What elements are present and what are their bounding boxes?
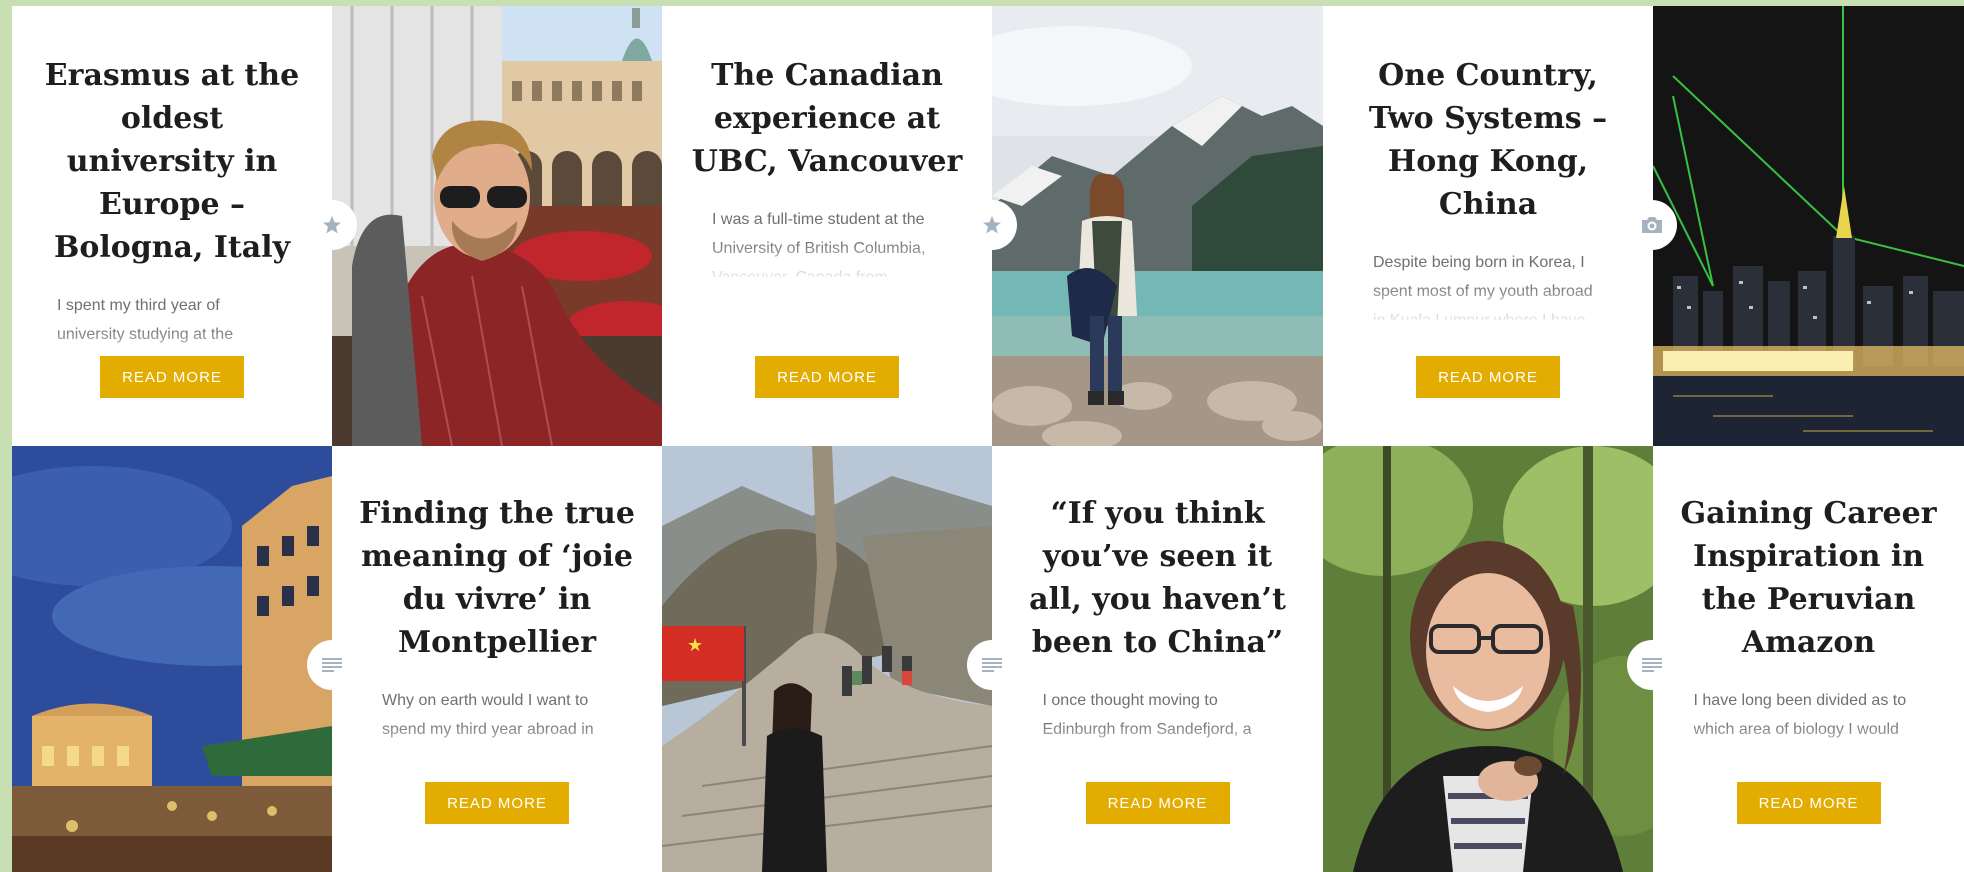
post-title[interactable]: “If you think you’ve seen it all, you ha…	[992, 492, 1323, 664]
lake-louise-photo	[992, 6, 1323, 446]
post-card-bologna: Erasmus at the oldest university in Euro…	[12, 6, 332, 446]
read-more-button[interactable]: READ MORE	[755, 356, 899, 398]
post-card-ubc: The Canadian experience at UBC, Vancouve…	[662, 6, 992, 446]
text-lines-icon	[967, 640, 1017, 690]
post-image-amazon[interactable]	[1323, 446, 1653, 872]
post-excerpt: I have long been divided as to which are…	[1693, 692, 1907, 738]
post-image-hong-kong[interactable]	[1653, 6, 1964, 446]
post-card-montpellier: Finding the true meaning of ‘joie du viv…	[332, 446, 662, 872]
post-image-ubc[interactable]	[992, 6, 1323, 446]
post-title[interactable]: The Canadian experience at UBC, Vancouve…	[662, 54, 992, 183]
star-icon	[967, 200, 1017, 250]
hong-kong-skyline-photo	[1653, 6, 1964, 446]
text-lines-icon	[1627, 640, 1677, 690]
post-card-hong-kong: One Country, Two Systems – Hong Kong, Ch…	[1323, 6, 1653, 446]
read-more-button[interactable]: READ MORE	[1416, 356, 1560, 398]
read-more-button[interactable]: READ MORE	[1085, 782, 1230, 824]
amazon-forest-photo	[1323, 446, 1653, 872]
bologna-cafe-photo	[332, 6, 662, 446]
post-grid: Erasmus at the oldest university in Euro…	[12, 6, 1964, 872]
post-image-bologna[interactable]	[332, 6, 662, 446]
post-excerpt: I once thought moving to Edinburgh from …	[1042, 692, 1252, 738]
post-excerpt: Why on earth would I want to spend my th…	[382, 692, 594, 738]
post-excerpt: I was a full-time student at the Univers…	[712, 211, 926, 277]
star-icon	[307, 200, 357, 250]
post-title[interactable]: One Country, Two Systems – Hong Kong, Ch…	[1323, 54, 1653, 226]
post-title[interactable]: Finding the true meaning of ‘joie du viv…	[332, 492, 662, 664]
post-excerpt: Despite being born in Korea, I spent mos…	[1373, 254, 1593, 320]
post-title[interactable]: Erasmus at the oldest university in Euro…	[12, 54, 332, 269]
read-more-button[interactable]: READ MORE	[425, 782, 569, 824]
post-excerpt: I spent my third year of university stud…	[57, 297, 234, 343]
text-lines-icon	[307, 640, 357, 690]
camera-icon	[1627, 200, 1677, 250]
post-card-amazon: Gaining Career Inspiration in the Peruvi…	[1653, 446, 1964, 872]
read-more-button[interactable]: READ MORE	[1736, 782, 1881, 824]
great-wall-photo: ★	[662, 446, 992, 872]
post-image-china[interactable]: ★	[662, 446, 992, 872]
read-more-button[interactable]: READ MORE	[100, 356, 244, 398]
post-image-montpellier[interactable]	[12, 446, 332, 872]
post-title[interactable]: Gaining Career Inspiration in the Peruvi…	[1653, 492, 1964, 664]
montpellier-photo	[12, 446, 332, 872]
svg-text:★: ★	[687, 635, 703, 656]
post-card-china: “If you think you’ve seen it all, you ha…	[992, 446, 1323, 872]
